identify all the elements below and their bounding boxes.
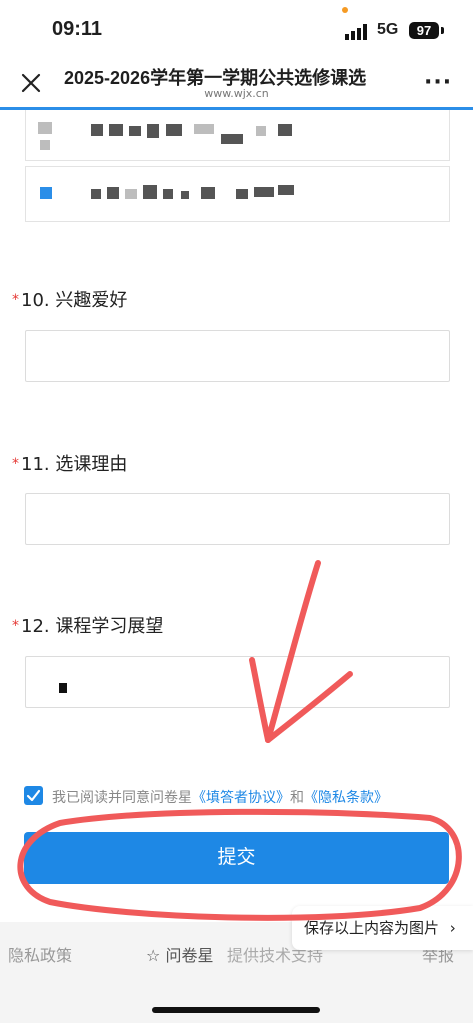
submit-button[interactable]: 提交 [24,832,449,884]
save-as-image-button[interactable]: 保存以上内容为图片 › [292,906,473,950]
save-as-image-label: 保存以上内容为图片 [304,919,440,937]
question-10-label: 10. 兴趣爱好 [21,290,128,311]
agreement-and: 和 [290,790,304,806]
question-11-title: * 11. 选课理由 [12,450,127,476]
redacted-answer-box-1 [25,110,450,161]
question-10-title: * 10. 兴趣爱好 [12,286,127,312]
required-marker: * [12,456,19,472]
status-bar: 09:11 5G 97 [0,0,473,56]
question-12-title: * 12. 课程学习展望 [12,612,163,638]
respondent-agreement-link[interactable]: 《填答者协议》 [192,790,290,806]
signal-icon [345,24,367,40]
chevron-right-icon: › [449,919,456,937]
required-marker: * [12,292,19,308]
agreement-row: 我已阅读并同意问卷星《填答者协议》和《隐私条款》 [24,785,464,807]
required-marker: * [12,618,19,634]
privacy-terms-link[interactable]: 《隐私条款》 [304,790,388,806]
checkmark-icon [26,789,41,802]
home-indicator [152,1007,320,1013]
answer-input-11[interactable] [25,493,450,545]
footer-privacy-link[interactable]: 隐私政策 [8,942,72,966]
battery-icon: 97 [409,22,439,39]
more-menu-button[interactable]: ··· [424,70,452,95]
answer-input-12[interactable] [25,656,450,708]
text-cursor-mark [59,683,67,693]
agreement-prefix: 我已阅读并同意问卷星 [52,790,192,806]
agreement-text: 我已阅读并同意问卷星《填答者协议》和《隐私条款》 [52,787,388,807]
footer-brand-name: 问卷星 [165,946,214,965]
question-12-label: 12. 课程学习展望 [21,616,164,637]
annotation-arrow-shaft [265,560,321,743]
star-icon: ☆ [146,946,161,965]
privacy-indicator-dot [342,7,348,13]
page-url: www.wjx.cn [204,87,269,100]
answer-input-10[interactable] [25,330,450,382]
network-type: 5G [377,21,399,38]
question-11-label: 11. 选课理由 [21,454,128,475]
footer-brand[interactable]: ☆ 问卷星 [146,942,213,966]
agreement-checkbox[interactable] [24,786,43,805]
nav-bar: 2025-2026学年第一学期公共选修课选 www.wjx.cn ··· [0,56,473,108]
battery-cap [441,27,444,34]
redacted-answer-box-2 [25,166,450,222]
status-time: 09:11 [52,18,103,40]
